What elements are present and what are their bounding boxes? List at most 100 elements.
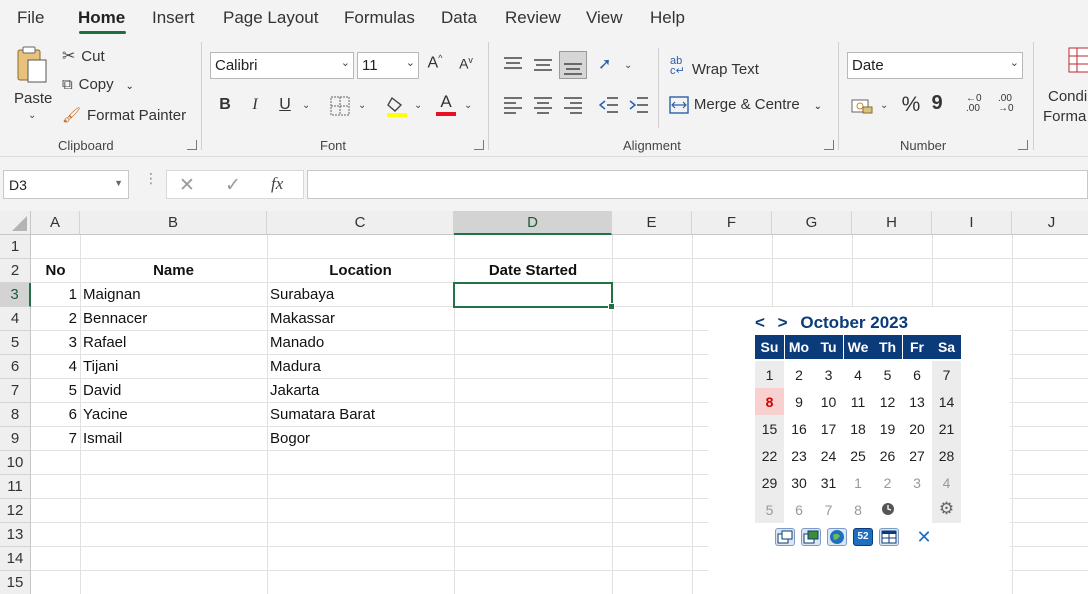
- chevron-down-icon[interactable]: ⌄: [814, 101, 822, 112]
- day-cell[interactable]: 5: [755, 496, 784, 523]
- tab-insert[interactable]: Insert: [152, 8, 195, 28]
- cell-no[interactable]: 7: [31, 427, 80, 451]
- italic-button[interactable]: I: [246, 96, 264, 114]
- day-cell[interactable]: 31: [814, 469, 843, 496]
- day-cell[interactable]: 25: [844, 442, 873, 469]
- cell-name[interactable]: Yacine: [83, 403, 128, 427]
- column-header-c[interactable]: C: [267, 211, 454, 235]
- cell-location[interactable]: Bogor: [270, 427, 310, 451]
- cell-no[interactable]: 5: [31, 379, 80, 403]
- active-cell-d3[interactable]: [453, 282, 615, 310]
- day-cell[interactable]: 11: [844, 388, 873, 415]
- align-left-icon[interactable]: [503, 96, 523, 117]
- day-cell[interactable]: 4: [844, 361, 873, 388]
- column-header-i[interactable]: I: [932, 211, 1012, 235]
- wrap-text-button[interactable]: ab c↵ Wrap Text: [670, 56, 759, 79]
- conditional-formatting-button[interactable]: Condi Forma: [1042, 46, 1088, 128]
- chevron-down-icon[interactable]: ⌄: [28, 110, 36, 121]
- row-header-7[interactable]: 7: [0, 379, 31, 403]
- day-cell[interactable]: 23: [785, 442, 814, 469]
- row-header-12[interactable]: 12: [0, 499, 31, 523]
- increase-font-icon[interactable]: A^: [424, 53, 446, 72]
- borders-button[interactable]: [330, 96, 350, 119]
- decrease-font-icon[interactable]: Av: [455, 55, 477, 72]
- cell-location[interactable]: Madura: [270, 355, 321, 379]
- chevron-down-icon[interactable]: ⌄: [126, 81, 134, 92]
- cell-name[interactable]: David: [83, 379, 121, 403]
- cell-name[interactable]: Tijani: [83, 355, 118, 379]
- enter-check-icon[interactable]: ✓: [225, 174, 241, 197]
- day-cell[interactable]: 1: [755, 361, 784, 388]
- clipboard-launcher-icon[interactable]: [187, 140, 197, 150]
- row-header-11[interactable]: 11: [0, 475, 31, 499]
- cell-no[interactable]: 6: [31, 403, 80, 427]
- column-header-j[interactable]: J: [1012, 211, 1088, 235]
- orientation-icon[interactable]: ➚: [598, 54, 611, 74]
- tab-help[interactable]: Help: [650, 8, 685, 28]
- gear-icon[interactable]: ⚙: [932, 496, 961, 523]
- percent-style-button[interactable]: %: [900, 93, 922, 117]
- cell-location[interactable]: Manado: [270, 331, 324, 355]
- day-cell[interactable]: 30: [785, 469, 814, 496]
- column-header-g[interactable]: G: [772, 211, 852, 235]
- globe-icon[interactable]: [827, 528, 847, 546]
- day-cell[interactable]: 3: [814, 361, 843, 388]
- format-painter-button[interactable]: 🖌 Format Painter: [62, 106, 186, 124]
- day-cell[interactable]: 28: [932, 442, 961, 469]
- day-cell[interactable]: 13: [903, 388, 932, 415]
- row-header-1[interactable]: 1: [0, 235, 31, 259]
- day-cell[interactable]: 10: [814, 388, 843, 415]
- cell-a2[interactable]: No: [31, 259, 80, 283]
- column-header-h[interactable]: H: [852, 211, 932, 235]
- column-header-d[interactable]: D: [454, 211, 612, 235]
- row-header-2[interactable]: 2: [0, 259, 31, 283]
- alignment-launcher-icon[interactable]: [824, 140, 834, 150]
- day-cell[interactable]: 26: [873, 442, 902, 469]
- tab-file[interactable]: File: [17, 8, 44, 28]
- column-header-f[interactable]: F: [692, 211, 772, 235]
- fill-color-button[interactable]: [386, 94, 408, 121]
- cell-name[interactable]: Maignan: [83, 283, 141, 307]
- increase-indent-icon[interactable]: [629, 96, 649, 117]
- day-cell[interactable]: 17: [814, 415, 843, 442]
- day-cell[interactable]: 14: [932, 388, 961, 415]
- drag-handle-icon[interactable]: ⋮: [144, 171, 158, 185]
- cell-name[interactable]: Rafael: [83, 331, 126, 355]
- day-cell[interactable]: 12: [873, 388, 902, 415]
- chevron-down-icon[interactable]: ⌄: [358, 100, 366, 111]
- day-cell[interactable]: 16: [785, 415, 814, 442]
- row-header-6[interactable]: 6: [0, 355, 31, 379]
- row-header-14[interactable]: 14: [0, 547, 31, 571]
- cell-location[interactable]: Surabaya: [270, 283, 334, 307]
- day-cell[interactable]: 8: [755, 388, 784, 415]
- cell-location[interactable]: Makassar: [270, 307, 335, 331]
- day-cell[interactable]: 1: [844, 469, 873, 496]
- comma-style-button[interactable]: 9: [930, 92, 944, 115]
- row-header-15[interactable]: 15: [0, 571, 31, 594]
- cell-no[interactable]: 2: [31, 307, 80, 331]
- cut-button[interactable]: ✂ Cut: [62, 46, 105, 66]
- font-name-select[interactable]: Calibri ⌄: [210, 52, 354, 79]
- chevron-down-icon[interactable]: ⌄: [464, 100, 472, 111]
- day-cell[interactable]: 5: [873, 361, 902, 388]
- column-header-e[interactable]: E: [612, 211, 692, 235]
- day-cell[interactable]: 2: [785, 361, 814, 388]
- chevron-down-icon[interactable]: ⌄: [302, 100, 310, 111]
- day-cell[interactable]: 9: [785, 388, 814, 415]
- font-launcher-icon[interactable]: [474, 140, 484, 150]
- close-icon[interactable]: ✕: [914, 528, 934, 546]
- next-month-button[interactable]: >: [778, 313, 788, 332]
- align-center-icon[interactable]: [533, 96, 553, 117]
- row-header-5[interactable]: 5: [0, 331, 31, 355]
- cell-c2[interactable]: Location: [267, 259, 454, 283]
- cell-no[interactable]: 1: [31, 283, 80, 307]
- row-header-8[interactable]: 8: [0, 403, 31, 427]
- select-all-corner[interactable]: [0, 211, 31, 235]
- align-bottom-button[interactable]: [559, 51, 587, 79]
- column-header-a[interactable]: A: [31, 211, 80, 235]
- day-cell[interactable]: 20: [903, 415, 932, 442]
- decrease-indent-icon[interactable]: [598, 96, 619, 117]
- name-box[interactable]: D3 ▼: [3, 170, 129, 199]
- day-cell[interactable]: 29: [755, 469, 784, 496]
- day-cell[interactable]: 27: [903, 442, 932, 469]
